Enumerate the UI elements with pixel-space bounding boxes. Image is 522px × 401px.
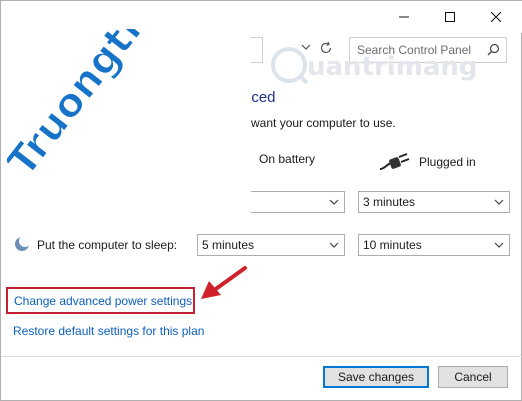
sleep-label: Put the computer to sleep: <box>37 238 178 252</box>
page-subtitle: u want your computer to use. <box>241 116 396 130</box>
save-changes-button[interactable]: Save changes <box>323 366 429 388</box>
control-panel-window: Search Control Panel nced u want your co… <box>0 0 522 401</box>
minimize-button[interactable] <box>381 1 427 33</box>
chevron-down-icon <box>494 242 504 248</box>
restore-defaults-link[interactable]: Restore default settings for this plan <box>13 324 204 338</box>
title-bar <box>251 1 522 33</box>
sleep-plugged-select[interactable]: 10 minutes <box>358 234 510 256</box>
watermark-left-text: Truongtin.top <box>7 29 224 185</box>
svg-text:uantrimang: uantrimang <box>307 52 478 82</box>
column-plugged-in: Plugged in <box>379 152 476 172</box>
change-advanced-settings-link[interactable]: Change advanced power settings <box>6 287 195 314</box>
maximize-button[interactable] <box>427 1 473 33</box>
red-arrow-annotation <box>201 266 247 299</box>
chevron-down-icon <box>494 199 504 205</box>
chevron-down-icon <box>329 199 339 205</box>
select-value: 3 minutes <box>363 195 416 209</box>
select-value: 10 minutes <box>363 238 422 252</box>
select-value: 5 minutes <box>202 238 255 252</box>
maximize-icon <box>445 12 455 22</box>
cancel-button[interactable]: Cancel <box>438 366 508 388</box>
on-battery-label: On battery <box>259 152 316 166</box>
address-bar[interactable] <box>251 37 263 63</box>
close-icon <box>491 12 501 22</box>
watermark-right-text: uantrimang <box>307 52 478 82</box>
watermark-truongtin: Truongtin.top <box>7 29 225 186</box>
close-button[interactable] <box>473 1 519 33</box>
footer-divider <box>1 356 522 357</box>
chevron-down-icon <box>329 242 339 248</box>
column-on-battery: On battery <box>259 152 315 166</box>
display-off-plugged-select[interactable]: 3 minutes <box>358 191 510 213</box>
power-plug-icon <box>379 153 410 170</box>
svg-text:Truongtin.top: Truongtin.top <box>7 29 224 185</box>
minimize-icon <box>399 16 409 18</box>
plugged-in-label: Plugged in <box>419 155 476 169</box>
watermark-quantrimang: uantrimang <box>271 47 478 85</box>
